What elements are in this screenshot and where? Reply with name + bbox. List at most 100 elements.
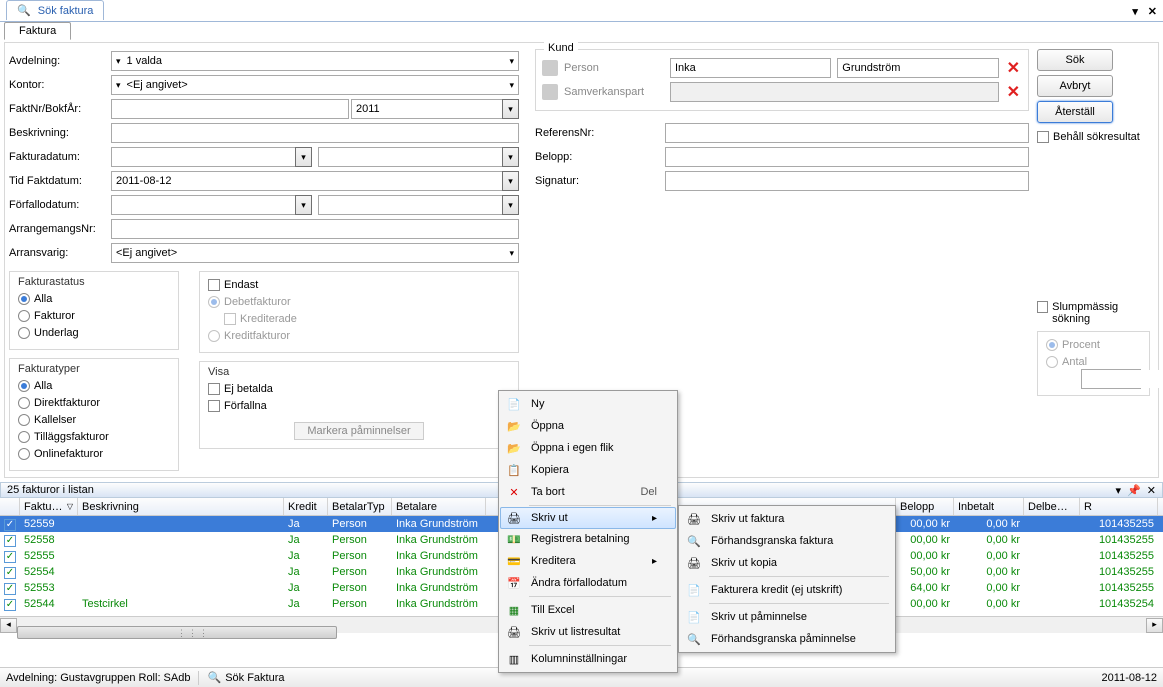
- chevron-down-icon[interactable]: ▾: [502, 171, 519, 191]
- ej-betalda-checkbox[interactable]: [208, 383, 220, 395]
- row-checkbox[interactable]: ✓: [4, 535, 16, 547]
- fakturadatum-to-input[interactable]: [318, 147, 502, 167]
- menu-ta-bort[interactable]: ✕Ta bortDel: [501, 481, 675, 503]
- print-list-icon: 🖨: [505, 623, 523, 641]
- col-inbetalt[interactable]: Inbetalt: [954, 498, 1024, 515]
- col-kredit[interactable]: Kredit: [284, 498, 328, 515]
- row-checkbox[interactable]: ✓: [4, 583, 16, 595]
- chevron-right-icon: ▸: [652, 556, 657, 567]
- chevron-down-icon[interactable]: ▾: [502, 195, 519, 215]
- panel-close-icon[interactable]: ✕: [1147, 484, 1156, 497]
- aterstall-button[interactable]: Återställ: [1037, 101, 1113, 123]
- col-betalare[interactable]: Betalare: [392, 498, 486, 515]
- kontor-dropdown[interactable]: ▾ <Ej angivet> ▾: [111, 75, 519, 95]
- submenu-fakturera-kredit[interactable]: 📄Fakturera kredit (ej utskrift): [681, 579, 893, 601]
- submenu-skriv-ut-paminnelse[interactable]: 📄Skriv ut påminnelse: [681, 606, 893, 628]
- menu-ny[interactable]: 📄Ny: [501, 393, 675, 415]
- menu-andra-forfallodatum[interactable]: 📅Ändra förfallodatum: [501, 572, 675, 594]
- fakturatyper-radio-0[interactable]: [18, 380, 30, 392]
- arrangemangsnr-input[interactable]: [111, 219, 519, 239]
- slumpmassig-checkbox[interactable]: [1037, 301, 1048, 313]
- menu-registrera[interactable]: 💵Registrera betalning: [501, 528, 675, 550]
- col-check[interactable]: [0, 498, 20, 515]
- avdelning-dropdown[interactable]: ▾ 1 valda ▾: [111, 51, 519, 71]
- panel-min-icon[interactable]: ▾: [1116, 484, 1122, 497]
- label-arransvarig: Arransvarig:: [9, 247, 111, 259]
- kreditfakturor-radio[interactable]: [208, 330, 220, 342]
- row-checkbox[interactable]: ✓: [4, 551, 16, 563]
- row-checkbox[interactable]: ✓: [4, 567, 16, 579]
- arransvarig-dropdown[interactable]: <Ej angivet> ▾: [111, 243, 519, 263]
- clear-person-icon[interactable]: ✕: [1005, 58, 1022, 78]
- close-icon[interactable]: ✕: [1148, 6, 1157, 18]
- debetfakturor-radio[interactable]: [208, 296, 220, 308]
- beskrivning-input[interactable]: [111, 123, 519, 143]
- slump-value-input[interactable]: [1082, 370, 1163, 388]
- fakturatyper-radio-1[interactable]: [18, 397, 30, 409]
- faktnr-input[interactable]: [111, 99, 349, 119]
- excel-icon: ▦: [505, 601, 523, 619]
- submenu-forhandsgranska-faktura[interactable]: 🔍Förhandsgranska faktura: [681, 530, 893, 552]
- window-tab-sok-faktura[interactable]: 🔍 Sök faktura: [6, 0, 104, 20]
- belopp-input[interactable]: [665, 147, 1029, 167]
- menu-till-excel[interactable]: ▦Till Excel: [501, 599, 675, 621]
- submenu-skriv-ut-kopia[interactable]: 🖨Skriv ut kopia: [681, 552, 893, 574]
- endast-checkbox[interactable]: [208, 279, 220, 291]
- submenu-forhandsgranska-paminnelse[interactable]: 🔍Förhandsgranska påminnelse: [681, 628, 893, 650]
- chevron-down-icon[interactable]: ▾: [295, 147, 312, 167]
- menu-skriv-ut-listresultat[interactable]: 🖨Skriv ut listresultat: [501, 621, 675, 643]
- tidfaktdatum-input[interactable]: [111, 171, 502, 191]
- menu-oppna-flik[interactable]: 📂Öppna i egen flik: [501, 437, 675, 459]
- fakturatyper-radio-4[interactable]: [18, 448, 30, 460]
- markera-paminnelser-button[interactable]: Markera påminnelser: [294, 422, 423, 440]
- sok-button[interactable]: Sök: [1037, 49, 1113, 71]
- fakturatyper-radio-2[interactable]: [18, 414, 30, 426]
- fakturadatum-from-input[interactable]: [111, 147, 295, 167]
- referensnr-input[interactable]: [665, 123, 1029, 143]
- row-checkbox[interactable]: ✓: [4, 599, 16, 611]
- menu-kreditera[interactable]: 💳Kreditera▸: [501, 550, 675, 572]
- col-betalartyp[interactable]: BetalarTyp: [328, 498, 392, 515]
- col-delbe[interactable]: Delbe…: [1024, 498, 1080, 515]
- procent-radio[interactable]: [1046, 339, 1058, 351]
- menu-kolumninstallningar[interactable]: ▥Kolumninställningar: [501, 648, 675, 670]
- cell-r: 101435254: [1080, 598, 1158, 610]
- submenu-skriv-ut-faktura[interactable]: 🖨Skriv ut faktura: [681, 508, 893, 530]
- chevron-down-icon[interactable]: ▾: [295, 195, 312, 215]
- menu-kopiera[interactable]: 📋Kopiera: [501, 459, 675, 481]
- col-faktu[interactable]: Faktu…▽: [20, 498, 78, 515]
- row-checkbox[interactable]: ✓: [4, 519, 16, 531]
- person-firstname-input[interactable]: [670, 58, 831, 78]
- bokfar-year-input[interactable]: [351, 99, 502, 119]
- tab-faktura[interactable]: Faktura: [4, 22, 71, 40]
- cell-faktnr: 52553: [20, 582, 78, 594]
- fakturastatus-radio-0[interactable]: [18, 293, 30, 305]
- chevron-down-icon[interactable]: ▾: [502, 99, 519, 119]
- scroll-thumb[interactable]: ⋮⋮⋮: [17, 626, 337, 639]
- slump-spinner[interactable]: ▲▼: [1081, 369, 1141, 389]
- panel-pin-icon[interactable]: 📌: [1127, 484, 1141, 497]
- signatur-input[interactable]: [665, 171, 1029, 191]
- fakturastatus-radio-2[interactable]: [18, 327, 30, 339]
- menu-oppna[interactable]: 📂Öppna: [501, 415, 675, 437]
- samverkanspart-input[interactable]: [670, 82, 999, 102]
- avbryt-button[interactable]: Avbryt: [1037, 75, 1113, 97]
- chevron-down-icon[interactable]: ▾: [502, 147, 519, 167]
- forfallna-checkbox[interactable]: [208, 400, 220, 412]
- behall-checkbox[interactable]: [1037, 131, 1049, 143]
- col-belopp[interactable]: Belopp: [896, 498, 954, 515]
- clear-samverkanspart-icon[interactable]: ✕: [1005, 82, 1022, 102]
- person-lastname-input[interactable]: [837, 58, 998, 78]
- scroll-left-icon[interactable]: ◂: [0, 618, 17, 633]
- forfallodatum-from-input[interactable]: [111, 195, 295, 215]
- krediterade-checkbox[interactable]: [224, 313, 236, 325]
- menu-skriv-ut[interactable]: 🖨Skriv ut▸: [500, 507, 676, 529]
- fakturastatus-radio-1[interactable]: [18, 310, 30, 322]
- col-r[interactable]: R: [1080, 498, 1158, 515]
- antal-radio[interactable]: [1046, 356, 1058, 368]
- col-beskrivning[interactable]: Beskrivning: [78, 498, 284, 515]
- scroll-right-icon[interactable]: ▸: [1146, 618, 1163, 633]
- minimize-icon[interactable]: ▾: [1132, 6, 1138, 18]
- fakturatyper-radio-3[interactable]: [18, 431, 30, 443]
- forfallodatum-to-input[interactable]: [318, 195, 502, 215]
